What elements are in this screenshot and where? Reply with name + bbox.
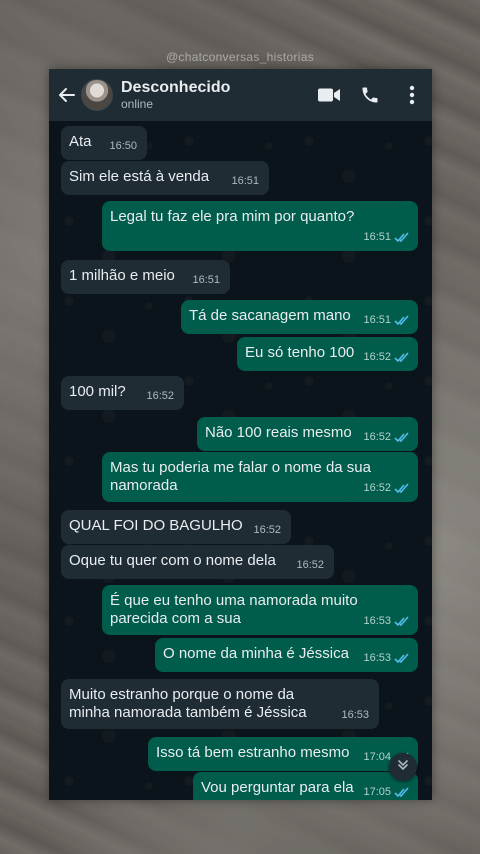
message-text: É que eu tenho uma namorada muito pareci… (110, 592, 358, 627)
contact-status: online (121, 97, 154, 111)
message-outgoing[interactable]: Mas tu poderia me falar o nome da sua na… (102, 452, 418, 502)
message-text: Mas tu poderia me falar o nome da sua na… (110, 459, 371, 494)
double-check-read-icon (394, 615, 410, 627)
message-text: Isso tá bem estranho mesmo (156, 744, 350, 761)
chat-header: Desconhecido online (49, 69, 432, 121)
watermark: @chatconversas_historias (165, 50, 315, 64)
whatsapp-chat-screen: Desconhecido online Ata 16:50 Sim ele es… (49, 69, 432, 800)
message-time: 16:52 (253, 524, 281, 536)
double-chevron-down-icon (396, 758, 410, 777)
double-check-read-icon (394, 431, 410, 443)
message-time-status: 16:52 (363, 479, 410, 497)
message-time-status: 16:51 (363, 311, 410, 329)
message-outgoing[interactable]: Não 100 reais mesmo 16:52 (197, 417, 418, 451)
message-outgoing[interactable]: É que eu tenho uma namorada muito pareci… (102, 585, 418, 635)
message-time: 16:50 (109, 140, 137, 152)
message-incoming[interactable]: QUAL FOI DO BAGULHO 16:52 (61, 510, 291, 544)
message-time-status: 16:51 (363, 228, 410, 246)
menu-dots-icon[interactable] (402, 83, 422, 107)
message-time: 17:04 (363, 751, 391, 763)
message-text: Ata (69, 133, 92, 150)
message-text: Legal tu faz ele pra mim por quanto? (110, 208, 355, 225)
contact-info[interactable]: Desconhecido online (121, 78, 315, 112)
message-time: 16:52 (363, 351, 391, 363)
message-text: Tá de sacanagem mano (189, 307, 351, 324)
contact-name: Desconhecido (121, 79, 231, 96)
double-check-read-icon (394, 786, 410, 798)
message-time: 16:52 (146, 390, 174, 402)
message-text: QUAL FOI DO BAGULHO (69, 517, 243, 534)
message-time: 16:51 (231, 175, 259, 187)
message-text: Muito estranho porque o nome da minha na… (69, 686, 307, 721)
message-time: 16:52 (296, 559, 324, 571)
message-time: 17:05 (363, 786, 391, 798)
message-time-status: 16:53 (363, 612, 410, 630)
message-time: 16:52 (363, 431, 391, 443)
message-time-status: 16:53 (363, 649, 410, 667)
message-outgoing[interactable]: Vou perguntar para ela 17:05 (193, 772, 418, 800)
message-incoming[interactable]: Oque tu quer com o nome dela 16:52 (61, 545, 334, 579)
message-text: Eu só tenho 100 (245, 344, 355, 361)
back-arrow-icon[interactable] (54, 82, 80, 108)
chat-messages-area[interactable]: Ata 16:50 Sim ele está à venda 16:51 Leg… (49, 121, 432, 800)
contact-avatar[interactable] (81, 79, 113, 111)
message-text: O nome da minha é Jéssica (163, 645, 349, 662)
message-time: 16:51 (363, 314, 391, 326)
scroll-to-bottom-button[interactable] (389, 753, 417, 781)
message-outgoing[interactable]: Isso tá bem estranho mesmo 17:04 (148, 737, 418, 771)
message-incoming[interactable]: Sim ele está à venda 16:51 (61, 161, 269, 195)
double-check-read-icon (394, 351, 410, 363)
phone-call-icon[interactable] (358, 83, 382, 107)
message-time: 16:52 (363, 482, 391, 494)
double-check-read-icon (394, 231, 410, 243)
message-incoming[interactable]: Muito estranho porque o nome da minha na… (61, 679, 379, 729)
message-incoming[interactable]: 100 mil? 16:52 (61, 376, 184, 410)
message-incoming[interactable]: Ata 16:50 (61, 126, 147, 160)
message-outgoing[interactable]: O nome da minha é Jéssica 16:53 (155, 638, 418, 672)
message-time: 16:53 (363, 652, 391, 664)
message-time: 16:51 (363, 231, 391, 243)
message-time-status: 17:05 (363, 783, 410, 800)
message-text: Oque tu quer com o nome dela (69, 552, 276, 569)
message-time-status: 16:52 (363, 348, 410, 366)
message-time: 16:51 (192, 274, 220, 286)
message-text: Não 100 reais mesmo (205, 424, 352, 441)
double-check-read-icon (394, 652, 410, 664)
message-time: 16:53 (363, 615, 391, 627)
message-text: Sim ele está à venda (69, 168, 210, 185)
message-outgoing[interactable]: Tá de sacanagem mano 16:51 (181, 300, 418, 334)
video-call-icon[interactable] (315, 81, 343, 109)
message-text: 100 mil? (69, 383, 126, 400)
message-text: 1 milhão e meio (69, 267, 175, 284)
message-time: 16:53 (341, 709, 369, 721)
message-outgoing[interactable]: Eu só tenho 100 16:52 (237, 337, 418, 371)
message-time-status: 16:52 (363, 428, 410, 446)
message-outgoing[interactable]: Legal tu faz ele pra mim por quanto? 16:… (102, 201, 418, 251)
double-check-read-icon (394, 482, 410, 494)
message-incoming[interactable]: 1 milhão e meio 16:51 (61, 260, 230, 294)
double-check-read-icon (394, 314, 410, 326)
message-text: Vou perguntar para ela (201, 779, 354, 796)
